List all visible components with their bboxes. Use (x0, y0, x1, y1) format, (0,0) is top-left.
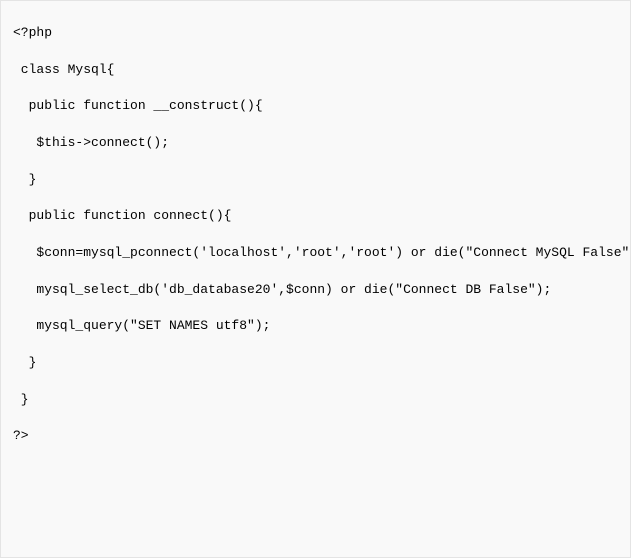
code-line: <?php (13, 25, 52, 40)
code-line: } (13, 355, 36, 370)
code-line: } (13, 392, 29, 407)
code-line: } (13, 172, 36, 187)
code-line: $this->connect(); (13, 135, 169, 150)
code-line: class Mysql{ (13, 62, 114, 77)
code-line: public function connect(){ (13, 208, 231, 223)
code-line: ?> (13, 428, 29, 443)
code-block: <?php class Mysql{ public function __con… (1, 1, 630, 469)
code-line: mysql_query("SET NAMES utf8"); (13, 318, 270, 333)
code-line: $conn=mysql_pconnect('localhost','root',… (13, 245, 631, 260)
code-line: public function __construct(){ (13, 98, 263, 113)
code-line: mysql_select_db('db_database20',$conn) o… (13, 282, 551, 297)
